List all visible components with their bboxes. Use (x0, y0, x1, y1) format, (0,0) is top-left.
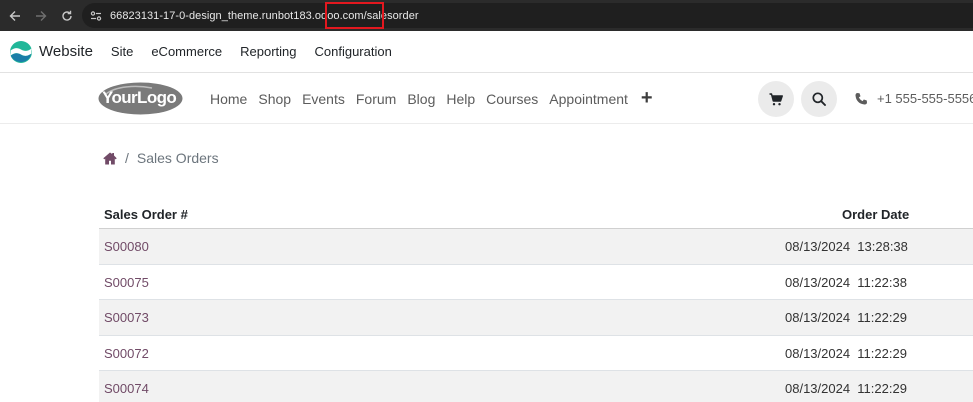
table-row[interactable]: S00074 08/13/2024 11:22:29 (99, 371, 973, 402)
order-date: 08/13/2024 13:28:38 (785, 239, 908, 254)
header-sales-order: Sales Order # (104, 207, 188, 222)
odoo-navbar: Website Site eCommerce Reporting Configu… (0, 31, 973, 73)
nav-appointment[interactable]: Appointment (549, 91, 628, 107)
search-button[interactable] (801, 81, 837, 117)
nav-help[interactable]: Help (446, 91, 475, 107)
breadcrumb: / Sales Orders (103, 150, 219, 166)
order-link[interactable]: S00075 (104, 275, 149, 290)
phone-number: +1 555-555-5556 (877, 91, 973, 106)
phone-link[interactable]: +1 555-555-5556 (854, 73, 973, 124)
odoo-website-logo-icon[interactable] (9, 40, 33, 64)
order-date: 08/13/2024 11:22:29 (785, 310, 907, 325)
forward-arrow-icon (36, 10, 47, 21)
order-link[interactable]: S00072 (104, 346, 149, 361)
nav-home[interactable]: Home (210, 91, 247, 107)
back-arrow-icon (9, 10, 20, 21)
home-icon[interactable] (103, 152, 117, 165)
website-menu: Home Shop Events Forum Blog Help Courses… (210, 73, 653, 124)
nav-shop[interactable]: Shop (258, 91, 291, 107)
phone-icon (855, 92, 867, 105)
nav-events[interactable]: Events (302, 91, 345, 107)
website-header: YourLogo Home Shop Events Forum Blog Hel… (0, 73, 973, 124)
order-link[interactable]: S00073 (104, 310, 149, 325)
site-info-icon (90, 10, 102, 21)
back-button[interactable] (2, 3, 28, 29)
add-menu-item-button[interactable]: + (641, 87, 653, 110)
menu-ecommerce[interactable]: eCommerce (151, 44, 222, 59)
forward-button[interactable] (28, 3, 54, 29)
sales-orders-table: Sales Order # Order Date S00080 08/13/20… (99, 199, 973, 402)
nav-courses[interactable]: Courses (486, 91, 538, 107)
order-link[interactable]: S00080 (104, 239, 149, 254)
search-icon (812, 92, 826, 106)
app-name[interactable]: Website (39, 43, 93, 60)
table-header: Sales Order # Order Date (99, 199, 973, 229)
address-bar[interactable]: 66823131-17-0-design_theme.runbot183.odo… (82, 3, 973, 28)
reload-icon (62, 10, 72, 21)
site-info-button[interactable] (88, 8, 104, 24)
order-date: 08/13/2024 11:22:29 (785, 381, 907, 396)
table-row[interactable]: S00073 08/13/2024 11:22:29 (99, 300, 973, 336)
breadcrumb-current: Sales Orders (136, 150, 219, 166)
cart-button[interactable] (758, 81, 794, 117)
reload-button[interactable] (54, 3, 80, 29)
menu-site[interactable]: Site (111, 44, 133, 59)
order-date: 08/13/2024 11:22:29 (785, 345, 907, 361)
breadcrumb-separator: / (125, 150, 129, 166)
cart-icon (769, 92, 783, 105)
your-logo[interactable]: YourLogo (98, 82, 183, 115)
nav-forum[interactable]: Forum (356, 91, 396, 107)
menu-configuration[interactable]: Configuration (315, 44, 392, 59)
menu-reporting[interactable]: Reporting (240, 44, 296, 59)
logo-text: YourLogo (102, 88, 176, 107)
order-date: 08/13/2024 11:22:38 (785, 274, 907, 290)
url-path-highlight (325, 2, 384, 29)
nav-blog[interactable]: Blog (407, 91, 435, 107)
order-link[interactable]: S00074 (104, 381, 149, 396)
header-order-date: Order Date (842, 207, 910, 222)
table-row[interactable]: S00072 08/13/2024 11:22:29 (99, 336, 973, 371)
table-row[interactable]: S00075 08/13/2024 11:22:38 (99, 265, 973, 300)
table-row[interactable]: S00080 08/13/2024 13:28:38 (99, 229, 973, 265)
